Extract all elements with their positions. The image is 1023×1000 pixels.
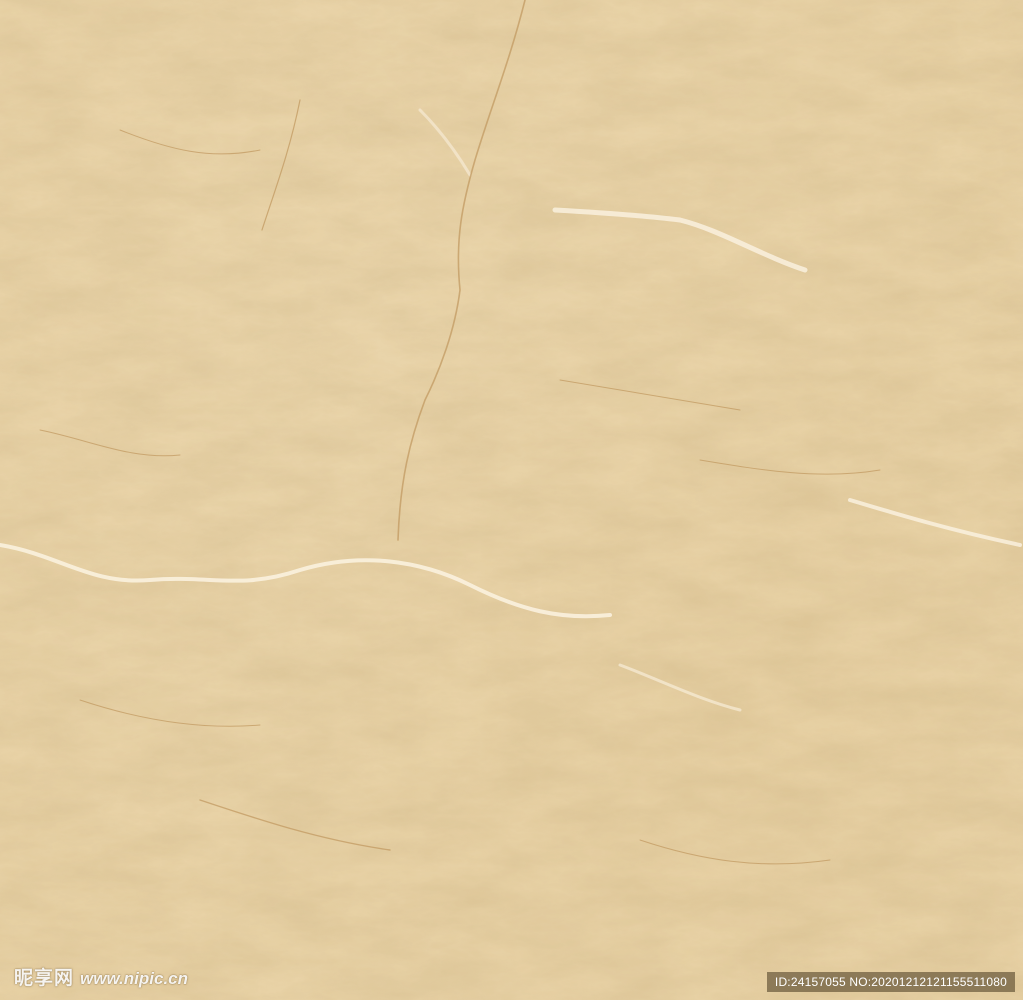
marble-fine-texture <box>0 0 1023 1000</box>
watermark-id: ID:24157055 NO:20201212121155511080 <box>766 972 1015 992</box>
marble-texture-image: 昵享网 www.nipic.cn ID:24157055 NO:20201212… <box>0 0 1023 1000</box>
watermark-url: www.nipic.cn <box>80 969 189 988</box>
marble-surface <box>0 0 1023 1000</box>
watermark-brand: 昵享网 <box>14 967 75 989</box>
watermark-left: 昵享网 www.nipic.cn <box>14 963 188 990</box>
